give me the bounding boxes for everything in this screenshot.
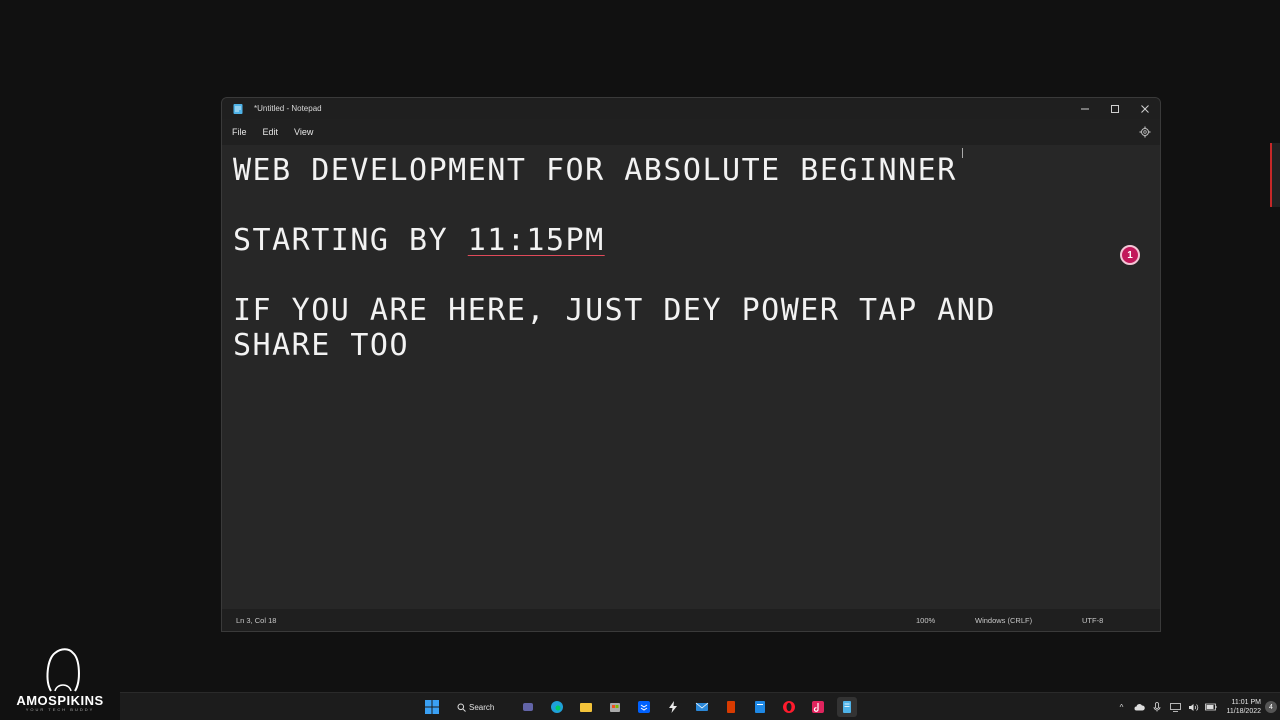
office-icon[interactable] — [721, 697, 741, 717]
logo-name: AMOSPIKINS — [16, 693, 104, 708]
zoom-level[interactable]: 100% — [916, 616, 935, 625]
ibeam-cursor-icon — [962, 148, 965, 158]
editor-line-4: SHARE TOO — [233, 328, 410, 363]
notification-count-badge[interactable]: 4 — [1265, 701, 1277, 713]
taskbar: Search ^ 11:01 PM 11/18/2022 4 — [120, 692, 1280, 720]
notepad-icon[interactable] — [837, 697, 857, 717]
clock-date: 11/18/2022 — [1226, 708, 1261, 715]
maximize-button[interactable] — [1100, 98, 1130, 119]
editor-line-2: STARTING BY 11:15PM — [233, 223, 1149, 258]
search-icon — [457, 703, 466, 712]
status-bar: Ln 3, Col 18 100% Windows (CRLF) UTF-8 — [222, 609, 1160, 631]
editor-time-text: 11:15PM — [467, 223, 605, 258]
store-icon[interactable] — [605, 697, 625, 717]
menu-view[interactable]: View — [286, 119, 321, 145]
start-icon[interactable] — [422, 697, 442, 717]
notification-badge: 1 — [1120, 245, 1140, 265]
notepad-window: *Untitled - Notepad File Edit View WEB D… — [221, 97, 1161, 632]
edge-icon[interactable] — [547, 697, 567, 717]
dropbox-icon[interactable] — [634, 697, 654, 717]
menu-edit[interactable]: Edit — [255, 119, 287, 145]
close-button[interactable] — [1130, 98, 1160, 119]
mail-icon[interactable] — [692, 697, 712, 717]
taskbar-clock[interactable]: 11:01 PM 11/18/2022 — [1226, 698, 1261, 716]
taskbar-search-button[interactable]: Search — [451, 697, 509, 717]
head-silhouette-icon — [46, 648, 80, 692]
line-ending[interactable]: Windows (CRLF) — [975, 616, 1032, 625]
chevron-up-icon[interactable]: ^ — [1112, 698, 1130, 716]
minimize-icon — [1081, 108, 1089, 109]
channel-logo: AMOSPIKINS YOUR TECH BUDDY — [5, 645, 115, 715]
screen-recorder-tab[interactable] — [1270, 143, 1280, 207]
editor-line-3: IF YOU ARE HERE, JUST DEY POWER TAP AND — [233, 293, 996, 328]
tiktok-icon[interactable] — [808, 697, 828, 717]
menu-file[interactable]: File — [224, 119, 255, 145]
editor-line-1: WEB DEVELOPMENT FOR ABSOLUTE BEGINNER — [233, 153, 957, 188]
logo-tagline: YOUR TECH BUDDY — [25, 707, 95, 712]
editor-blank-line — [233, 188, 1149, 223]
title-bar[interactable]: *Untitled - Notepad — [222, 98, 1160, 119]
search-label: Search — [469, 702, 495, 712]
clock-time: 11:01 PM — [1231, 699, 1261, 706]
cursor-position: Ln 3, Col 18 — [236, 616, 277, 625]
maximize-icon — [1111, 104, 1119, 113]
window-title: *Untitled - Notepad — [254, 104, 322, 113]
file-explorer-icon[interactable] — [576, 697, 596, 717]
text-editor[interactable]: WEB DEVELOPMENT FOR ABSOLUTE BEGINNER ST… — [222, 145, 1160, 609]
editor-line-2-prefix: STARTING BY — [233, 223, 468, 258]
gear-icon[interactable] — [1138, 125, 1152, 139]
system-tray: ^ 11:01 PM 11/18/2022 4 — [1112, 693, 1280, 720]
battery-icon[interactable] — [1202, 698, 1220, 716]
notes-icon[interactable] — [750, 697, 770, 717]
bolt-icon[interactable] — [663, 697, 683, 717]
minimize-button[interactable] — [1070, 98, 1100, 119]
menu-bar: File Edit View — [222, 119, 1160, 145]
cloud-icon[interactable] — [1130, 698, 1148, 716]
teams-icon[interactable] — [518, 697, 538, 717]
notepad-icon — [232, 103, 244, 115]
opera-icon[interactable] — [779, 697, 799, 717]
volume-icon[interactable] — [1184, 698, 1202, 716]
network-icon[interactable] — [1166, 698, 1184, 716]
microphone-icon[interactable] — [1148, 698, 1166, 716]
editor-blank-line — [233, 258, 1149, 293]
close-icon — [1141, 104, 1149, 113]
encoding[interactable]: UTF-8 — [1082, 616, 1103, 625]
